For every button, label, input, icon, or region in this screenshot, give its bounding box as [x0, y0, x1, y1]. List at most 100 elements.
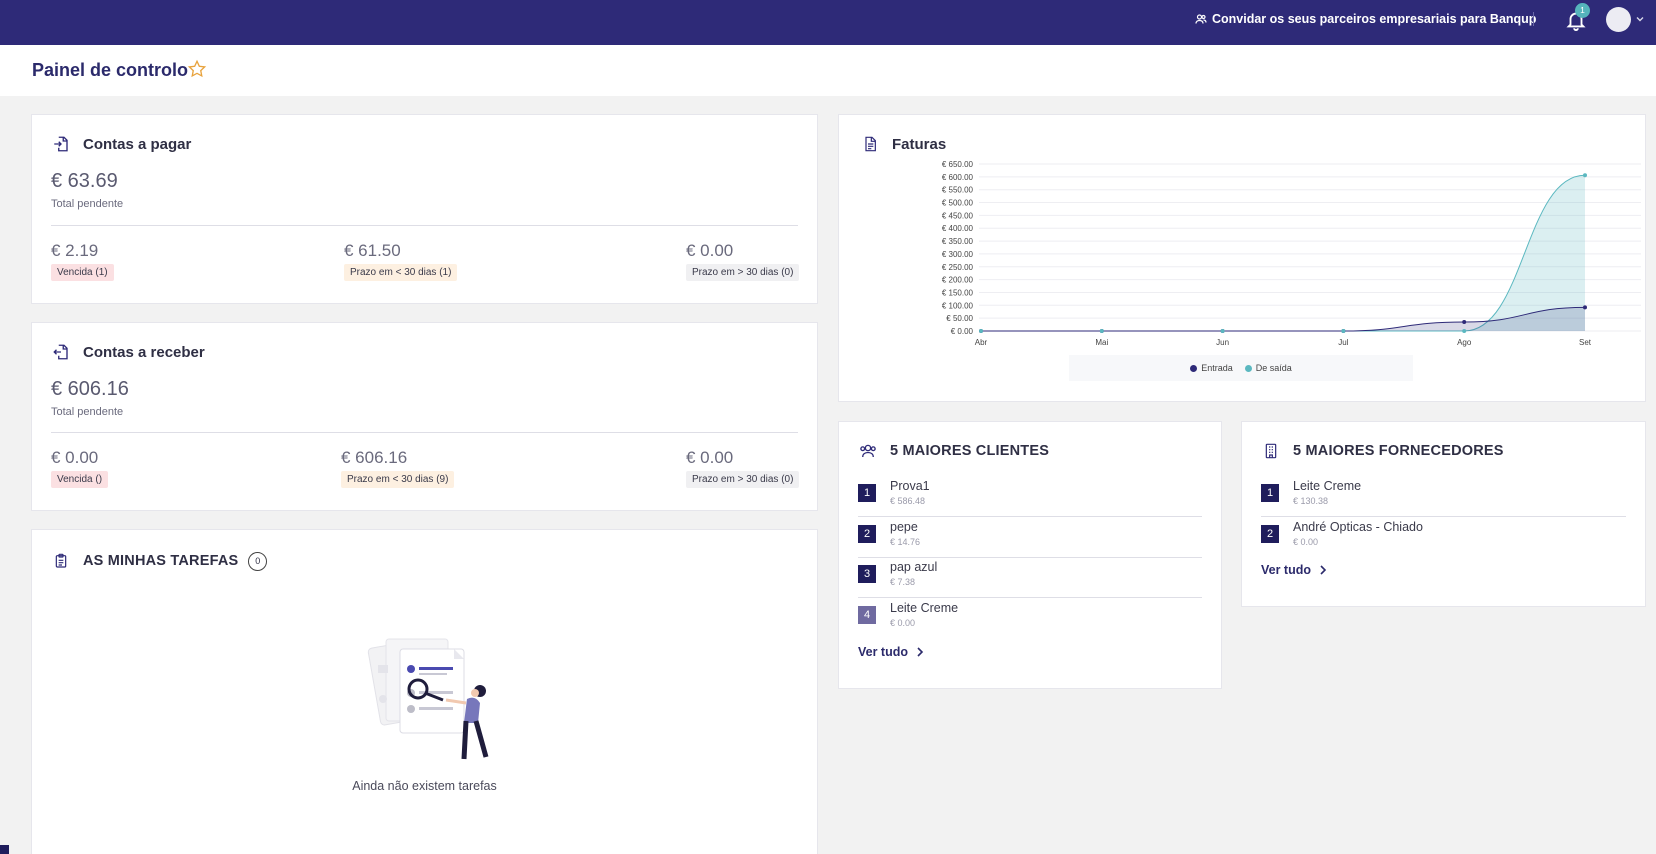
invoices-card: Faturas € 0.00 € 50.00 € 100.00 € 150.00 € 2…: [838, 114, 1646, 402]
payables-due-soon-badge[interactable]: Prazo em < 30 dias (1): [344, 264, 458, 281]
payables-overdue-amount: € 2.19: [51, 241, 99, 260]
payables-total-label: Total pendente: [51, 198, 124, 210]
list-item: 2 pepe € 14.76: [858, 517, 1202, 558]
client-name[interactable]: Leite Creme: [890, 601, 958, 615]
legend-item-entrada[interactable]: Entrada: [1190, 363, 1233, 373]
chart-legend: Entrada De saída: [1069, 355, 1413, 381]
rank-number: 2: [858, 525, 876, 543]
legend-swatch-de-saida: [1244, 364, 1252, 372]
see-all-clients-link[interactable]: Ver tudo: [858, 645, 924, 659]
y-tick-label: € 150.00: [942, 288, 974, 297]
y-tick-label: € 550.00: [942, 186, 974, 195]
rank-number: 2: [1261, 525, 1279, 543]
receivables-due-later-badge[interactable]: Prazo em > 30 dias (0): [686, 471, 800, 488]
rank-number: 3: [858, 565, 876, 583]
receivables-overdue-amount: € 0.00: [51, 448, 99, 467]
tasks-title-text: AS MINHAS TAREFAS: [83, 553, 239, 569]
top-suppliers-title-text: 5 MAIORES FORNECEDORES: [1293, 443, 1504, 459]
payables-total: € 63.69: [51, 170, 118, 192]
legend-item-de-saida[interactable]: De saída: [1244, 363, 1292, 373]
client-name[interactable]: Prova1: [890, 479, 930, 493]
client-value: € 7.38: [890, 577, 916, 587]
legend-swatch-entrada: [1190, 364, 1198, 372]
top-navigation-bar: Convidar os seus parceiros empresariais …: [0, 0, 1656, 45]
file-export-icon: [51, 342, 71, 362]
list-item: 2 André Opticas - Chiado € 0.00: [1261, 517, 1626, 558]
y-tick-label: € 350.00: [942, 237, 974, 246]
data-point: [1462, 320, 1467, 325]
data-point: [1462, 329, 1467, 333]
client-name[interactable]: pap azul: [890, 560, 937, 574]
receivables-title-text: Contas a receber: [83, 343, 205, 361]
users-icon: [858, 441, 878, 461]
y-tick-label: € 500.00: [942, 199, 974, 208]
y-tick-label: € 600.00: [942, 173, 974, 182]
payables-due-later-amount: € 0.00: [686, 241, 734, 260]
chevron-down-icon[interactable]: [1634, 13, 1646, 25]
list-item: 3 pap azul € 7.38: [858, 557, 1202, 598]
y-tick-label: € 50.00: [946, 314, 973, 323]
top-clients-title: 5 MAIORES CLIENTES: [858, 441, 1049, 461]
invoices-chart: € 0.00 € 50.00 € 100.00 € 150.00 € 200.00 € 2…: [942, 160, 1641, 347]
payables-due-later-badge[interactable]: Prazo em > 30 dias (0): [686, 264, 800, 281]
client-value: € 586.48: [890, 496, 926, 506]
search-documents-illustration: [367, 638, 489, 760]
receivables-total: € 606.16: [51, 378, 129, 400]
user-avatar[interactable]: [1606, 7, 1631, 32]
tasks-count-badge: 0: [248, 551, 268, 571]
payables-overdue-badge[interactable]: Vencida (1): [51, 264, 114, 281]
top-clients-card: 5 MAIORES CLIENTES 1 Prova1 € 586.48 2 p…: [838, 421, 1222, 689]
tasks-title: AS MINHAS TAREFAS 0: [51, 551, 268, 571]
receivables-card: Contas a receber € 606.16 Total pendente…: [31, 322, 818, 511]
receivables-due-soon-badge[interactable]: Prazo em < 30 dias (9): [341, 471, 455, 488]
page-title: Painel de controlo: [32, 60, 189, 80]
client-value: € 0.00: [890, 618, 916, 628]
rank-number: 4: [858, 606, 876, 624]
receivables-title: Contas a receber: [51, 342, 205, 362]
client-value: € 14.76: [890, 537, 921, 547]
clipboard-icon: [51, 551, 71, 571]
series-area-de-saida: [981, 175, 1585, 331]
supplier-name[interactable]: Leite Creme: [1293, 479, 1361, 493]
receivables-due-soon-amount: € 606.16: [341, 448, 408, 467]
y-tick-label: € 300.00: [942, 250, 974, 259]
series-line-de-saida: [980, 174, 1586, 332]
list-item: 1 Leite Creme € 130.38: [1261, 476, 1626, 517]
corner-indicator: [0, 845, 9, 854]
divider: [51, 225, 798, 226]
star-icon[interactable]: [187, 59, 207, 79]
rank-number: 1: [1261, 484, 1279, 502]
legend-label-de-saida: De saída: [1255, 363, 1292, 373]
receivables-due-later-amount: € 0.00: [686, 448, 734, 467]
client-name[interactable]: pepe: [890, 520, 918, 534]
building-icon: [1261, 441, 1281, 461]
notification-count-badge: 1: [1575, 3, 1590, 18]
receivables-total-label: Total pendente: [51, 406, 124, 418]
x-tick-label: Jun: [1216, 338, 1229, 347]
x-tick-label: Jul: [1338, 338, 1348, 347]
see-all-suppliers-link[interactable]: Ver tudo: [1261, 563, 1327, 577]
y-tick-label: € 450.00: [942, 211, 974, 220]
data-point: [1583, 173, 1587, 178]
payables-title: Contas a pagar: [51, 134, 191, 154]
data-point: [1583, 305, 1587, 310]
y-tick-label: € 650.00: [942, 160, 974, 169]
invite-partners-link[interactable]: Convidar os seus parceiros empresariais …: [1195, 10, 1536, 28]
data-point: [1099, 329, 1104, 333]
users-icon: [1195, 14, 1207, 24]
y-tick-label: € 400.00: [942, 224, 974, 233]
supplier-name[interactable]: André Opticas - Chiado: [1293, 520, 1423, 534]
list-item: 1 Prova1 € 586.48: [858, 476, 1202, 517]
top-suppliers-card: 5 MAIORES FORNECEDORES 1 Leite Creme € 1…: [1241, 421, 1646, 607]
y-tick-label: € 0.00: [951, 327, 974, 336]
payables-due-soon-amount: € 61.50: [344, 241, 401, 260]
x-tick-label: Abr: [975, 338, 988, 347]
supplier-value: € 0.00: [1293, 537, 1319, 547]
topbar-divider: [1533, 12, 1534, 26]
chevron-right-icon: [917, 647, 924, 657]
top-clients-title-text: 5 MAIORES CLIENTES: [890, 443, 1050, 459]
payables-title-text: Contas a pagar: [83, 135, 192, 153]
y-tick-label: € 100.00: [942, 301, 974, 310]
y-tick-label: € 200.00: [942, 276, 974, 285]
receivables-overdue-badge[interactable]: Vencida (): [51, 471, 109, 488]
